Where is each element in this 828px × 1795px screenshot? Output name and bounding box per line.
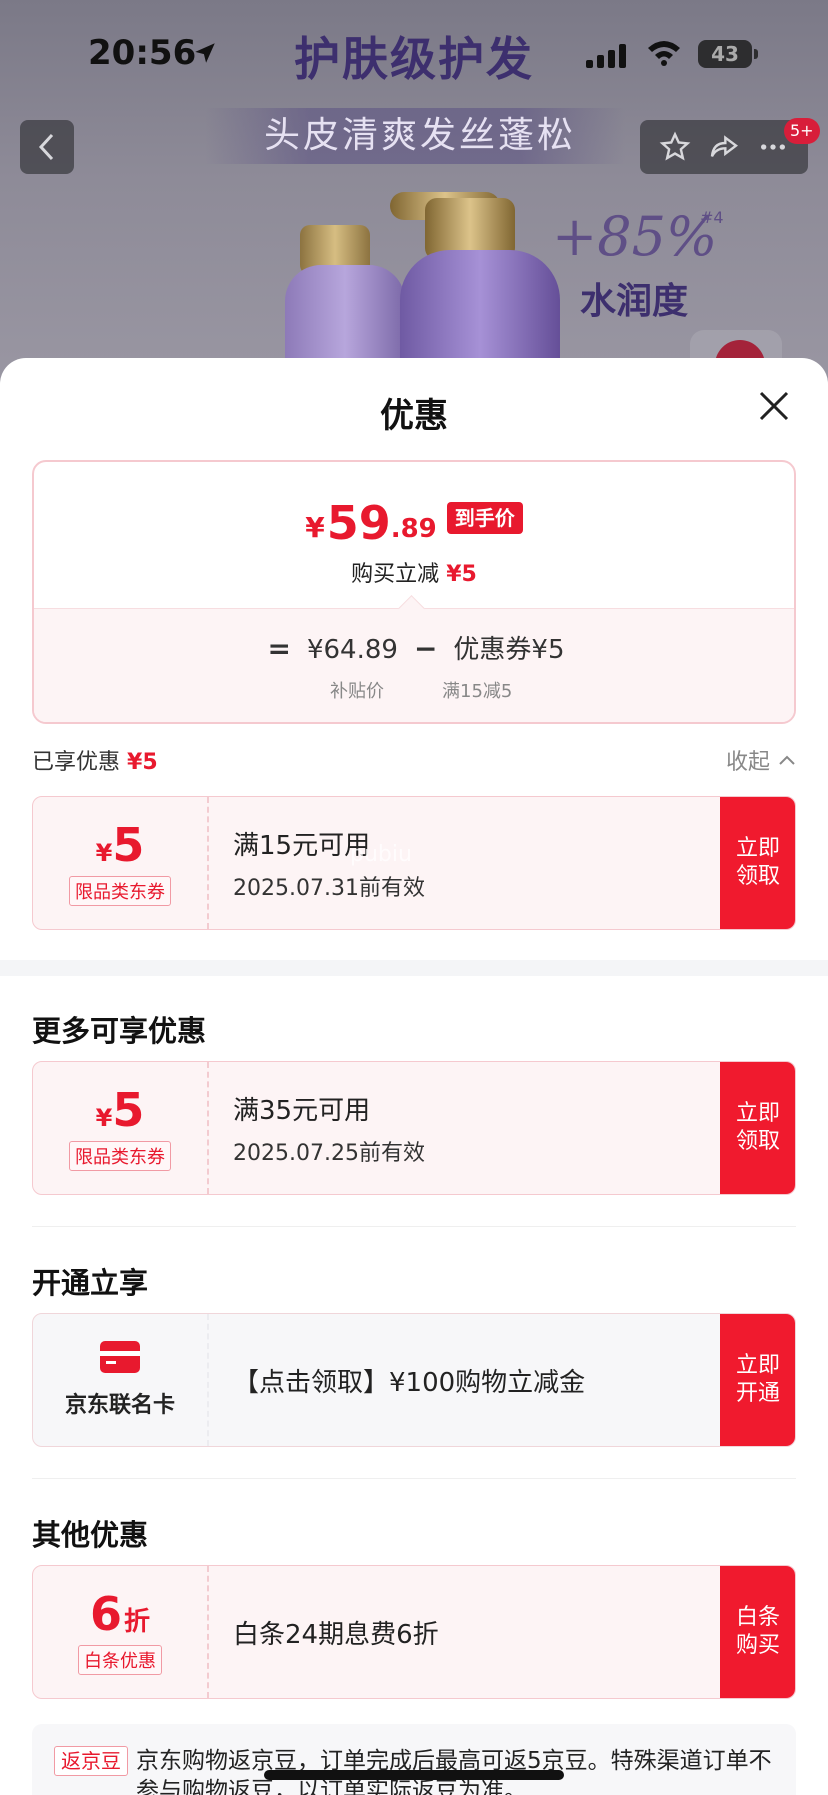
jd-bean-info: 返京豆 京东购物返京豆，订单完成后最高可返5京豆。特殊渠道订单不参与购物返豆，以…: [32, 1724, 796, 1795]
final-price: ¥ 59 .89 到手价: [34, 500, 794, 546]
discount-rate: 6 折: [90, 1589, 150, 1639]
enjoyed-discount-row: 已享优惠 ¥5 收起: [32, 744, 796, 784]
base-price: ¥64.89: [306, 635, 398, 665]
favorite-button[interactable]: [657, 129, 693, 165]
collapse-button[interactable]: 收起: [726, 744, 796, 776]
other-discounts-title: 其他优惠: [32, 1518, 149, 1552]
coupon-rule-label: 满15减5: [442, 681, 513, 702]
price-summary-card: ¥ 59 .89 到手价 购买立减 ¥5 = ¥64.89 − 优惠券¥5 补贴…: [32, 460, 796, 724]
moisture-label: 水润度: [580, 281, 689, 322]
coupon-type-badge: 限品类东券: [69, 876, 171, 906]
enjoyed-coupon-card: ¥ 5 限品类东券 满15元可用 2025.07.31前有效 立即领取: [32, 796, 796, 930]
moisture-footnote: #4: [700, 208, 724, 227]
coupon-expiry: 2025.07.31前有效: [233, 875, 425, 901]
discount-rate-unit: 折: [124, 1607, 151, 1637]
coupon-expiry: 2025.07.25前有效: [233, 1140, 425, 1166]
coupon-amount: ¥ 5: [96, 820, 145, 870]
card-name: 京东联名卡: [64, 1393, 175, 1418]
price-currency: ¥: [305, 511, 325, 544]
top-action-group: [640, 120, 808, 174]
equals-sign: =: [267, 632, 291, 665]
coupon-type-badge: 限品类东券: [69, 1141, 171, 1171]
banner-subtitle: 头皮清爽发丝蓬松: [263, 115, 576, 156]
section-divider: [0, 960, 828, 976]
co-brand-card-offer: 京东联名卡 【点击领取】¥100购物立减金 立即开通: [32, 1313, 796, 1447]
battery-icon: 43: [698, 40, 758, 68]
instant-discount-line: 购买立减 ¥5: [34, 556, 794, 588]
banner-title: 护肤级护发: [294, 32, 534, 86]
coupon-currency: ¥: [95, 1104, 113, 1132]
divider: [32, 1226, 796, 1227]
chevron-up-icon: [779, 755, 795, 765]
card-offer-text: 【点击领取】¥100购物立减金: [233, 1367, 586, 1398]
baitiao-value-area: 6 折 白条优惠: [33, 1566, 209, 1698]
coupon-info: 满35元可用 2025.07.25前有效: [233, 1062, 713, 1194]
minus-sign: −: [413, 632, 438, 665]
location-arrow-icon: [195, 43, 215, 63]
moisture-percent: +85%: [552, 205, 718, 268]
sheet-title: 优惠: [380, 396, 448, 436]
credit-card-icon: [100, 1341, 140, 1373]
coupon-deduction: 优惠券¥5: [453, 635, 565, 665]
coupon-currency: ¥: [95, 839, 113, 867]
price-breakdown: = ¥64.89 − 优惠券¥5 补贴价 满15减5: [34, 608, 794, 722]
share-icon: [710, 135, 738, 157]
discount-rate-value: 6: [89, 1587, 122, 1641]
price-formula: = ¥64.89 − 优惠券¥5: [34, 629, 794, 666]
coupon-info: 满15元可用 2025.07.31前有效: [233, 797, 713, 929]
claim-coupon-button[interactable]: 立即领取: [720, 797, 795, 929]
share-button[interactable]: [706, 129, 742, 165]
open-offer-title: 开通立享: [32, 1266, 149, 1300]
enjoyed-label: 已享优惠: [32, 750, 121, 775]
more-coupon-card: ¥ 5 限品类东券 满35元可用 2025.07.25前有效 立即领取: [32, 1061, 796, 1195]
price-decimal: .89: [390, 514, 437, 544]
coupon-value-area: ¥ 5 限品类东券: [33, 797, 209, 929]
baitiao-text: 白条24期息费6折: [233, 1619, 439, 1650]
discount-bottom-sheet: 优惠 ¥ 59 .89 到手价 购买立减 ¥5 = ¥64.89 − 优惠券¥5: [0, 358, 828, 1795]
base-price-label: 补贴价: [330, 681, 384, 702]
card-offer-info: 【点击领取】¥100购物立减金: [233, 1314, 713, 1446]
enjoyed-amount: ¥5: [127, 750, 158, 775]
instant-discount-amount: ¥5: [446, 562, 477, 587]
card-offer-left: 京东联名卡: [33, 1314, 209, 1446]
instant-discount-label: 购买立减: [351, 562, 440, 587]
more-discounts-title: 更多可享优惠: [32, 1014, 207, 1048]
final-price-area: ¥ 59 .89 到手价 购买立减 ¥5: [34, 462, 794, 608]
chevron-left-icon: [38, 133, 54, 161]
jd-bean-tag: 返京豆: [54, 1746, 128, 1776]
collapse-label: 收起: [725, 750, 770, 775]
back-button[interactable]: [20, 120, 74, 174]
open-card-button[interactable]: 立即开通: [720, 1314, 795, 1446]
baitiao-offer-card: 6 折 白条优惠 白条24期息费6折 白条购买: [32, 1565, 796, 1699]
coupon-condition: 满15元可用: [233, 830, 371, 861]
coupon-value: 5: [112, 818, 145, 872]
divider: [32, 1478, 796, 1479]
watermark: pubiu: [350, 842, 412, 867]
status-time: 20:56: [88, 33, 197, 73]
star-icon: [659, 131, 691, 161]
coupon-condition: 满35元可用: [233, 1095, 371, 1126]
coupon-amount: ¥ 5: [96, 1085, 145, 1135]
claim-coupon-button[interactable]: 立即领取: [720, 1062, 795, 1194]
close-icon[interactable]: [756, 388, 792, 424]
wifi-icon: [648, 41, 680, 66]
notification-badge: 5+: [784, 118, 820, 144]
final-price-tag: 到手价: [446, 502, 523, 534]
coupon-value-area: ¥ 5 限品类东券: [33, 1062, 209, 1194]
baitiao-type-badge: 白条优惠: [78, 1645, 162, 1675]
price-integer: 59: [326, 496, 391, 550]
home-indicator: [264, 1770, 564, 1780]
signal-icon: [586, 42, 626, 68]
coupon-value: 5: [112, 1083, 145, 1137]
baitiao-buy-button[interactable]: 白条购买: [720, 1566, 795, 1698]
baitiao-info: 白条24期息费6折: [233, 1566, 713, 1698]
